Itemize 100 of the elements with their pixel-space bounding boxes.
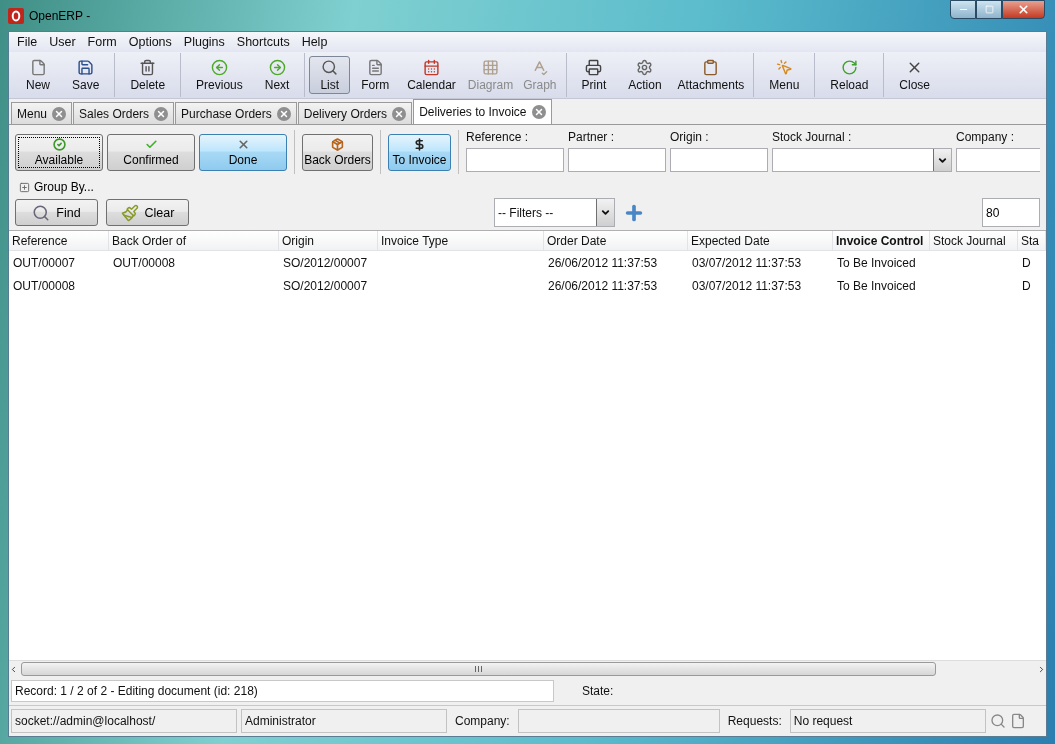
menu-item[interactable]: Shortcuts (230, 35, 296, 49)
field-label: Reference : (466, 130, 530, 144)
scroll-left-icon[interactable] (9, 664, 18, 674)
column-header[interactable]: Sta (1018, 231, 1046, 250)
menu-item[interactable]: File (11, 35, 44, 49)
tab[interactable]: Purchase Orders (175, 102, 297, 124)
minimize-button[interactable] (950, 0, 976, 19)
user-field: Administrator (241, 709, 447, 733)
toolbar-button[interactable]: Next (253, 56, 301, 94)
input-field[interactable] (568, 148, 666, 172)
column-header[interactable]: Stock Journal (930, 231, 1018, 250)
requests-label: Requests: (726, 714, 783, 728)
connection-field: socket://admin@localhost/ (11, 709, 237, 733)
filter-toggle-button[interactable]: To Invoice (388, 134, 451, 171)
filter-toggle-button[interactable]: Done (199, 134, 287, 171)
clear-button[interactable]: Clear (106, 199, 189, 226)
toolbar-button[interactable]: Calendar (400, 56, 463, 94)
toolbar-button[interactable]: Action (617, 56, 673, 94)
field-label: Company : (956, 130, 1016, 144)
tab[interactable]: Menu (11, 102, 73, 124)
grip-icon (474, 666, 483, 672)
record-status-text: Record: 1 / 2 of 2 - Editing document (id: 218) (11, 680, 554, 702)
toolbar-button[interactable]: Print (570, 56, 618, 94)
field-label: Stock Journal : (772, 130, 853, 144)
document-icon (366, 58, 384, 76)
table-cell-text: 03/07/2012 11:37:53 (691, 254, 803, 272)
brush-icon (120, 203, 139, 222)
input-field[interactable] (670, 148, 768, 172)
search-icon[interactable] (989, 713, 1006, 729)
field-label: Origin : (670, 130, 710, 144)
pointer-icon (775, 58, 793, 76)
table-cell-text: 26/06/2012 11:37:53 (547, 254, 659, 272)
scrollbar-thumb[interactable] (21, 662, 936, 676)
filter-toggle-button[interactable]: Confirmed (107, 134, 195, 171)
toolbar-button[interactable]: Delete (119, 56, 177, 94)
filter-toggle-button[interactable]: Back Orders (302, 134, 373, 171)
file-icon (29, 58, 47, 76)
check-circle-icon (52, 138, 66, 151)
tab-close-icon[interactable] (392, 106, 407, 121)
table-cell-text: OUT/00008 (112, 254, 177, 272)
menu-item[interactable]: Options (122, 35, 178, 49)
expand-icon (19, 181, 30, 193)
tab[interactable]: Delivery Orders (297, 102, 413, 124)
refresh-icon (840, 58, 858, 76)
toolbar-button[interactable]: Form (350, 56, 401, 94)
input-field[interactable] (466, 148, 564, 172)
select-field[interactable] (772, 148, 952, 172)
maximize-button[interactable] (976, 0, 1002, 19)
column-header[interactable]: Expected Date (688, 231, 833, 250)
column-header[interactable]: Back Order of (109, 231, 279, 250)
tab[interactable]: Deliveries to Invoice (413, 99, 552, 124)
company-label: Company: (454, 714, 511, 728)
document-icon[interactable] (1009, 713, 1026, 729)
table-cell-text: D (1021, 254, 1032, 272)
close-button[interactable] (1002, 0, 1045, 19)
trash-icon (139, 58, 157, 76)
table-cell-text: 03/07/2012 11:37:53 (691, 277, 803, 295)
find-button[interactable]: Find (15, 199, 98, 226)
menu-item[interactable]: Form (81, 35, 123, 49)
table-cell-text: To Be Invoiced (836, 277, 917, 295)
table-cell-text: OUT/00008 (12, 277, 77, 295)
column-header[interactable]: Invoice Control (833, 231, 930, 250)
toolbar-button[interactable]: Attachments (672, 56, 750, 94)
toolbar-button[interactable]: Menu (758, 56, 811, 94)
table-cell-text: 26/06/2012 11:37:53 (547, 277, 659, 295)
printer-icon (585, 58, 603, 76)
limit-field[interactable]: 80 (982, 198, 1040, 227)
toolbar-button[interactable]: New (15, 56, 61, 94)
toolbar-button[interactable]: Previous (185, 56, 254, 94)
column-header[interactable]: Origin (279, 231, 378, 250)
filter-toggle-button[interactable]: Available (15, 134, 103, 171)
tab[interactable]: Sales Orders (73, 102, 175, 124)
app-logo-icon (8, 7, 24, 24)
input-field[interactable] (956, 148, 1040, 172)
toolbar-button[interactable]: List (309, 56, 351, 94)
column-header[interactable]: Order Date (544, 231, 688, 250)
menu-item[interactable]: Plugins (177, 35, 231, 49)
scroll-right-icon[interactable] (1037, 664, 1046, 674)
box-icon (331, 138, 344, 151)
group-by-toggle[interactable]: Group By... (19, 180, 94, 194)
tab-close-icon[interactable] (154, 106, 169, 121)
tab-close-icon[interactable] (52, 106, 67, 121)
search-icon (321, 58, 339, 76)
field-label: Partner : (568, 130, 616, 144)
tab-close-icon[interactable] (531, 105, 546, 119)
column-header[interactable]: Reference (9, 231, 109, 250)
toolbar-button[interactable]: Save (61, 56, 111, 94)
column-header[interactable]: Invoice Type (378, 231, 544, 250)
filters-select[interactable]: -- Filters -- (494, 198, 615, 227)
requests-field: No request (789, 709, 986, 733)
grid-icon (482, 58, 499, 76)
check-icon (144, 138, 158, 151)
menu-item[interactable]: Help (295, 35, 334, 49)
toolbar-button[interactable]: Reload (819, 56, 880, 94)
dropdown-caret-icon (600, 207, 611, 218)
toolbar-button[interactable]: Close (888, 56, 942, 94)
maximize-icon (984, 5, 994, 14)
menu-item[interactable]: User (43, 35, 82, 49)
clipboard-icon (702, 58, 720, 76)
tab-close-icon[interactable] (276, 106, 291, 121)
